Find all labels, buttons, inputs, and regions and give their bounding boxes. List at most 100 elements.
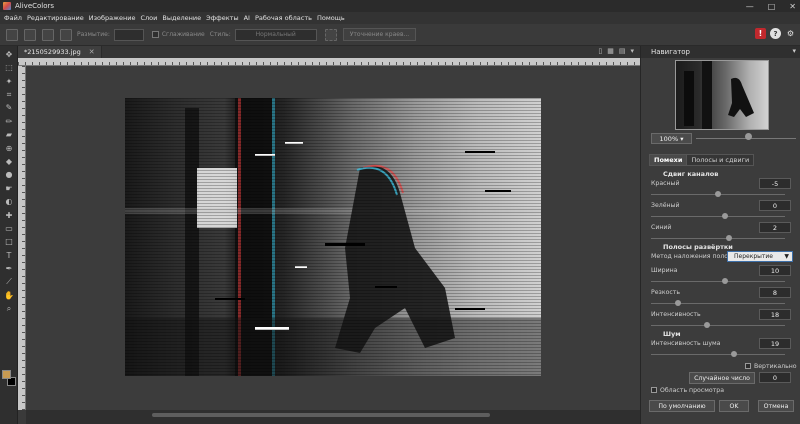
sharpness-value-input[interactable]: 8 (759, 287, 791, 298)
tab-noise[interactable]: Помехи (649, 154, 688, 166)
cancel-button[interactable]: Отмена (758, 400, 794, 412)
zoom-slider-knob[interactable] (745, 133, 752, 140)
menu-select[interactable]: Выделение (162, 14, 201, 22)
shape-tool-icon[interactable]: □ (3, 237, 15, 247)
menu-arrow-icon[interactable]: ▾ (630, 47, 634, 55)
notification-icon[interactable]: ! (755, 28, 766, 39)
noise-intensity-label: Интенсивность шума (651, 340, 721, 347)
menu-image[interactable]: Изображение (89, 14, 136, 22)
selection-frame-icon[interactable] (324, 28, 337, 41)
selection-mode-new-icon[interactable] (6, 28, 18, 41)
marquee-tool-icon[interactable]: ⬚ (3, 63, 15, 73)
sharpness-slider-knob[interactable] (674, 300, 681, 306)
zoom-tool-icon[interactable]: ⌕ (3, 304, 15, 314)
width-slider[interactable] (651, 281, 785, 282)
noise-intensity-slider[interactable] (651, 354, 785, 355)
text-tool-icon[interactable]: T (3, 250, 15, 260)
green-slider-knob[interactable] (721, 213, 728, 219)
feather-input[interactable] (113, 28, 144, 41)
style-select[interactable]: Нормальный (234, 28, 317, 41)
brush-tool-icon[interactable]: ✎ (3, 103, 15, 113)
document-image[interactable] (125, 98, 541, 376)
menu-help[interactable]: Помощь (317, 14, 345, 22)
random-seed-input[interactable]: 0 (759, 372, 791, 383)
navigator-thumbnail[interactable] (675, 60, 769, 130)
blue-slider-knob[interactable] (725, 235, 732, 241)
clone-tool-icon[interactable]: ⊕ (3, 143, 15, 153)
red-value-input[interactable]: -5 (759, 178, 791, 189)
preview-area-checkbox[interactable] (651, 387, 657, 393)
selection-mode-subtract-icon[interactable] (42, 28, 54, 41)
dodge-tool-icon[interactable]: ◐ (3, 197, 15, 207)
magic-wand-tool-icon[interactable]: ✦ (3, 76, 15, 86)
ok-button[interactable]: OK (719, 400, 749, 412)
gear-icon[interactable]: ⚙ (785, 28, 796, 39)
document-tab-bar: *2150529933.jpg ✕ ▯ ▦ ▤ ▾ (18, 46, 640, 58)
width-slider-knob[interactable] (721, 278, 728, 284)
menu-edit[interactable]: Редактирование (27, 14, 84, 22)
tab-stripes-shifts[interactable]: Полосы и сдвиги (687, 154, 755, 166)
help-icon[interactable]: ? (770, 28, 781, 39)
blue-slider[interactable] (651, 238, 785, 239)
eyedropper-tool-icon[interactable]: ⟋ (3, 277, 15, 287)
intensity-slider[interactable] (651, 325, 785, 326)
vertical-checkbox[interactable] (745, 363, 751, 369)
menu-file[interactable]: Файл (4, 14, 22, 22)
app-title: AliveColors (15, 2, 55, 10)
foreground-color-swatch[interactable] (2, 370, 11, 379)
width-value-input[interactable]: 10 (759, 265, 791, 276)
selection-mode-add-icon[interactable] (24, 28, 36, 41)
green-slider[interactable] (651, 216, 785, 217)
blue-value-input[interactable]: 2 (759, 222, 791, 233)
minimize-button[interactable]: — (746, 2, 754, 11)
close-tab-icon[interactable]: ✕ (89, 48, 95, 56)
tile-view-icon[interactable]: ▤ (619, 47, 626, 55)
feather-label: Размытие: (77, 31, 110, 38)
menu-ai[interactable]: AI (244, 14, 250, 22)
document-tab[interactable]: *2150529933.jpg ✕ (18, 46, 102, 58)
menu-layers[interactable]: Слои (140, 14, 157, 22)
horizontal-scrollbar[interactable] (26, 410, 640, 424)
move-tool-icon[interactable]: ✥ (3, 49, 15, 59)
crop-tool-icon[interactable]: ⌗ (3, 90, 15, 100)
pencil-tool-icon[interactable]: ✏ (3, 116, 15, 126)
smudge-tool-icon[interactable]: ☛ (3, 183, 15, 193)
sharpness-slider[interactable] (651, 303, 785, 304)
horizontal-ruler (18, 58, 640, 66)
canvas-area[interactable] (26, 66, 640, 410)
hand-tool-icon[interactable]: ✋ (3, 290, 15, 300)
fill-tool-icon[interactable]: ◆ (3, 157, 15, 167)
healing-tool-icon[interactable]: ✚ (3, 210, 15, 220)
intensity-value-input[interactable]: 18 (759, 309, 791, 320)
zoom-select[interactable]: 100% ▾ (651, 133, 692, 144)
selection-mode-intersect-icon[interactable] (60, 28, 72, 41)
smoothing-checkbox[interactable] (151, 31, 159, 38)
grid-view-icon[interactable]: ▦ (607, 47, 614, 55)
eraser-tool-icon[interactable]: ▰ (3, 130, 15, 140)
horizontal-scrollbar-thumb[interactable] (152, 413, 490, 417)
red-slider-knob[interactable] (715, 191, 721, 197)
toolbar-right-icons: ! ? ⚙ (755, 28, 796, 39)
page-icon[interactable]: ▯ (598, 47, 602, 55)
blend-method-select[interactable]: Перекрытие ▼ (727, 251, 793, 262)
vertical-label: Вертикально (754, 363, 797, 370)
green-value-input[interactable]: 0 (759, 200, 791, 211)
menu-bar: Файл Редактирование Изображение Слои Выд… (0, 12, 800, 24)
intensity-slider-knob[interactable] (704, 322, 711, 328)
menu-workspace[interactable]: Рабочая область (255, 14, 312, 22)
pen-tool-icon[interactable]: ✒ (3, 264, 15, 274)
preview-area-label: Область просмотра (660, 387, 724, 394)
noise-intensity-value-input[interactable]: 19 (759, 338, 791, 349)
maximize-button[interactable]: □ (768, 2, 776, 11)
noise-intensity-slider-knob[interactable] (731, 351, 738, 357)
menu-effects[interactable]: Эффекты (206, 14, 239, 22)
blur-tool-icon[interactable]: ● (3, 170, 15, 180)
random-seed-button[interactable]: Случайное число (689, 372, 755, 384)
default-button[interactable]: По умолчанию (649, 400, 715, 412)
gradient-tool-icon[interactable]: ▭ (3, 223, 15, 233)
close-window-button[interactable]: ✕ (789, 2, 796, 11)
refine-edges-button[interactable]: Уточнение краев... (342, 28, 417, 41)
document-view-icons: ▯ ▦ ▤ ▾ (598, 47, 634, 55)
sharpness-label: Резкость (651, 289, 681, 296)
panel-collapse-icon[interactable]: ▾ (792, 47, 796, 55)
